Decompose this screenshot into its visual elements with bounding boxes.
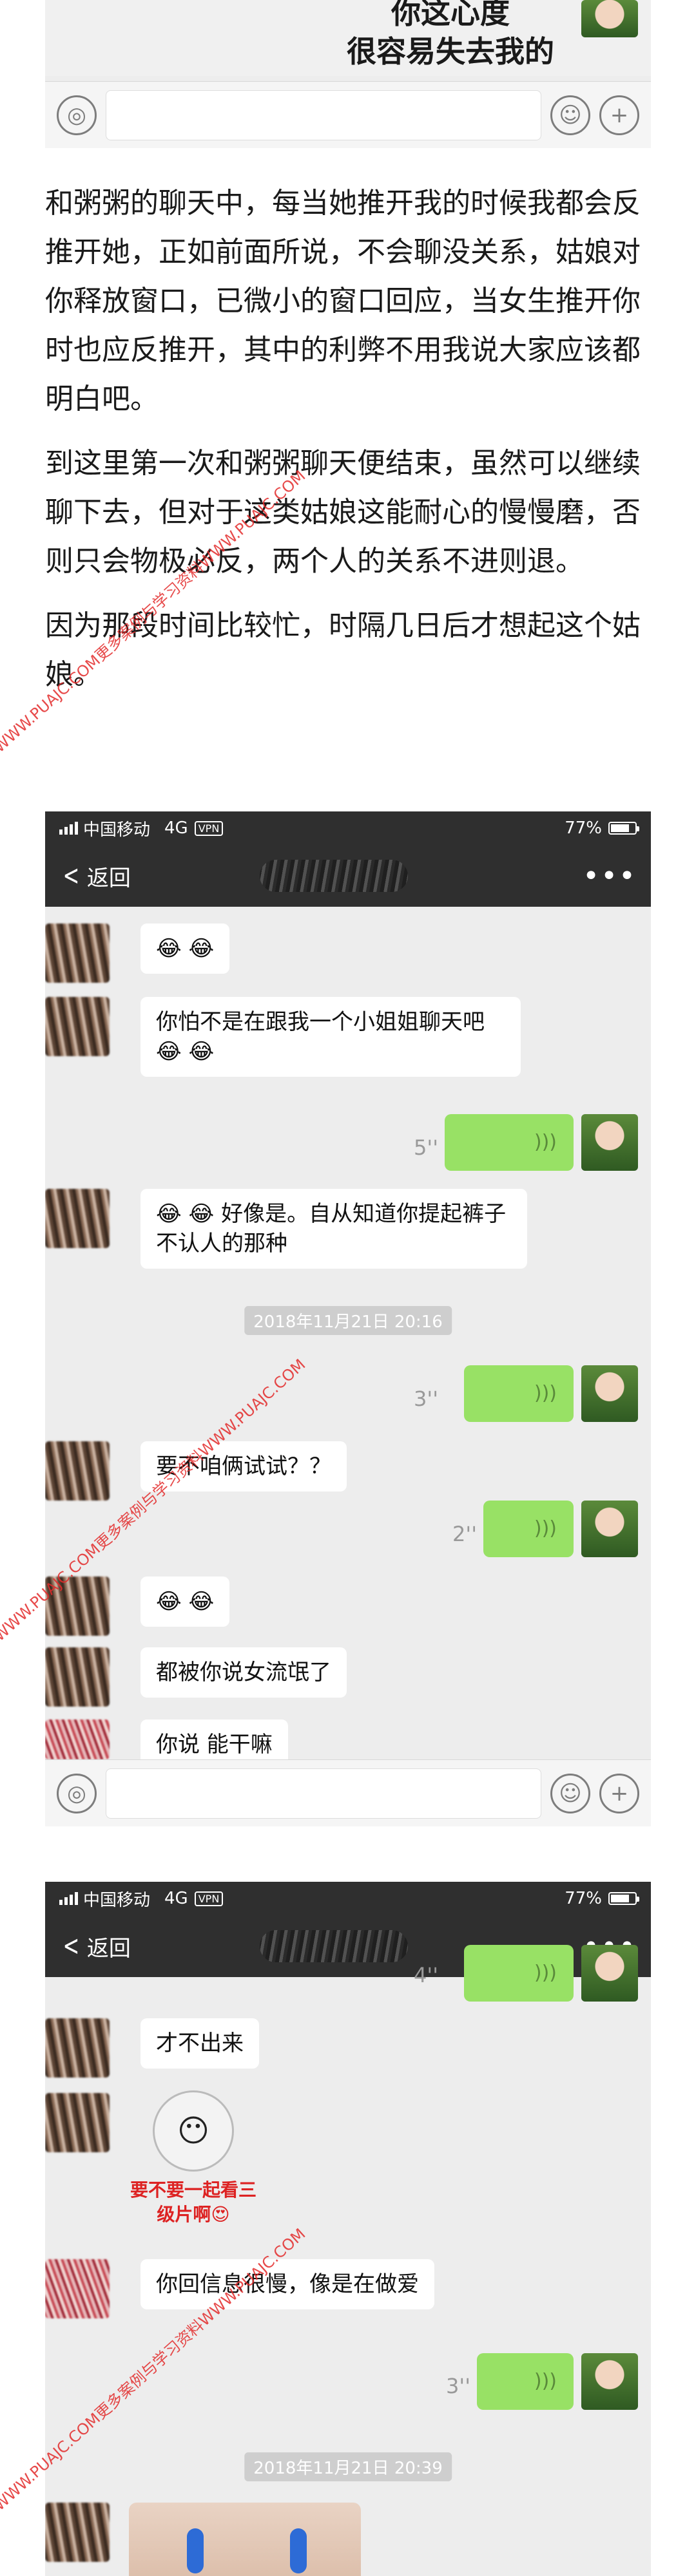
emoji-icon[interactable]: ☺	[550, 95, 590, 135]
contact-avatar	[45, 2018, 110, 2078]
sticker-face-icon: 😶	[153, 2090, 234, 2172]
status-bar: 中国移动 4G VPN 77%	[45, 1882, 651, 1915]
voice-message[interactable]: )))	[477, 2353, 574, 2410]
signal-icon	[59, 822, 78, 835]
voice-duration: 5''	[414, 1135, 438, 1160]
battery-percent: 77%	[565, 1889, 602, 1908]
chat-bubble: 你回信息很慢，像是在做爱	[140, 2259, 434, 2309]
chat-screenshot-2: 中国移动 4G VPN 77% < 返回 ••• 4'' ))) 才不出来 😶 …	[45, 1882, 651, 2576]
contact-avatar	[45, 2093, 110, 2152]
contact-avatar	[45, 997, 110, 1056]
plus-icon[interactable]: +	[599, 95, 639, 135]
contact-avatar	[45, 2259, 110, 2318]
back-label: 返回	[86, 865, 131, 891]
tear-shape	[290, 2528, 307, 2573]
image-caption: 你这心度 很容易失去我的	[347, 0, 554, 71]
back-label: 返回	[86, 1935, 131, 1962]
photo-message[interactable]	[129, 2503, 361, 2576]
nav-bar: < 返回 •••	[45, 845, 651, 907]
message-list: 😂 😂 你怕不是在跟我一个小姐姐聊天吧😂 😂 5'' ))) 😂 😂 好像是。自…	[45, 907, 651, 1770]
voice-wave-icon: )))	[534, 1517, 557, 1540]
contact-avatar	[45, 1441, 110, 1501]
voice-message[interactable]: )))	[483, 1501, 574, 1557]
contact-avatar	[45, 1189, 110, 1248]
plus-icon[interactable]: +	[599, 1773, 639, 1814]
battery-percent: 77%	[565, 819, 602, 838]
my-avatar	[581, 1945, 638, 2002]
chat-bubble: 😂 😂	[140, 1577, 230, 1627]
contact-avatar	[45, 1647, 110, 1707]
chat-bubble: 你怕不是在跟我一个小姐姐聊天吧😂 😂	[140, 997, 521, 1077]
chevron-left-icon: <	[63, 1929, 80, 1962]
article-paragraph-2: 到这里第一次和粥粥聊天便结束，虽然可以继续聊下去，但对于这类姑娘这能耐心的慢慢磨…	[45, 447, 641, 578]
voice-message[interactable]: )))	[445, 1114, 574, 1171]
contact-avatar	[45, 1719, 110, 1759]
my-avatar	[581, 0, 638, 37]
article-paragraph-1: 和粥粥的聊天中，每当她推开我的时候我都会反推开她，正如前面所说，不会聊没关系，姑…	[45, 187, 641, 415]
my-avatar	[581, 2353, 638, 2410]
chat-screenshot-1: 中国移动 4G VPN 77% < 返回 ••• 😂 😂 你怕不是在跟我一个小姐…	[45, 811, 651, 1826]
contact-avatar	[45, 923, 110, 983]
network: 4G	[164, 819, 188, 838]
chat-bubble: 才不出来	[140, 2018, 259, 2069]
voice-wave-icon: )))	[534, 1962, 557, 1984]
vpn-badge: VPN	[194, 1891, 224, 1906]
sticker-caption: 要不要一起看三级片啊😍	[130, 2179, 256, 2225]
timestamp: 2018年11月21日 20:16	[244, 1306, 452, 1335]
input-bar-top: ◎ ☺ +	[45, 81, 651, 148]
chat-bubble: 😂 😂	[140, 923, 230, 974]
chat-input-bar: ◎ ☺ +	[45, 81, 651, 148]
vpn-badge: VPN	[194, 820, 224, 836]
voice-duration: 4''	[414, 1963, 438, 1987]
my-avatar	[581, 1114, 638, 1171]
my-avatar	[581, 1501, 638, 1557]
my-avatar	[581, 1365, 638, 1422]
status-bar: 中国移动 4G VPN 77%	[45, 811, 651, 845]
back-button[interactable]: < 返回	[59, 860, 131, 892]
message-list: 4'' ))) 才不出来 😶 要不要一起看三级片啊😍 你回信息很慢，像是在做爱 …	[45, 1945, 651, 2576]
contact-avatar	[45, 2503, 110, 2562]
voice-wave-icon: )))	[534, 1382, 557, 1405]
voice-message[interactable]: )))	[464, 1365, 574, 1422]
carrier: 中国移动	[83, 820, 151, 840]
sticker-image: 😶 要不要一起看三级片啊😍	[129, 2090, 258, 2232]
message-input[interactable]	[106, 1768, 541, 1819]
signal-icon	[59, 1892, 78, 1905]
image-message-fragment: 你这心度 很容易失去我的	[45, 0, 651, 76]
contact-name-redacted	[259, 860, 408, 892]
emoji-icon[interactable]: ☺	[550, 1773, 590, 1814]
message-input[interactable]	[106, 90, 541, 140]
contact-name-redacted	[259, 1930, 408, 1962]
chat-input-bar: ◎ ☺ +	[45, 1759, 651, 1826]
timestamp: 2018年11月21日 20:39	[244, 2452, 452, 2481]
voice-icon[interactable]: ◎	[57, 1773, 97, 1814]
chat-bubble: 😂 😂 好像是。自从知道你提起裤子不认人的那种	[140, 1189, 527, 1269]
battery-icon	[608, 822, 639, 835]
back-button[interactable]: < 返回	[59, 1931, 131, 1962]
carrier: 中国移动	[83, 1890, 151, 1910]
voice-wave-icon: )))	[534, 1131, 557, 1153]
voice-duration: 2''	[452, 1522, 477, 1546]
voice-duration: 3''	[446, 2374, 470, 2398]
network: 4G	[164, 1889, 188, 1908]
more-icon[interactable]: •••	[583, 860, 637, 893]
voice-icon[interactable]: ◎	[57, 95, 97, 135]
battery-icon	[608, 1892, 639, 1905]
image-caption-line2: 很容易失去我的	[347, 34, 554, 69]
voice-duration: 3''	[414, 1387, 438, 1411]
chevron-left-icon: <	[63, 859, 80, 892]
image-caption-line1: 你这心度	[391, 0, 510, 30]
voice-message[interactable]: )))	[464, 1945, 574, 2002]
tear-shape	[187, 2528, 204, 2573]
chat-bubble: 都被你说女流氓了	[140, 1647, 347, 1698]
voice-wave-icon: )))	[534, 2370, 557, 2392]
